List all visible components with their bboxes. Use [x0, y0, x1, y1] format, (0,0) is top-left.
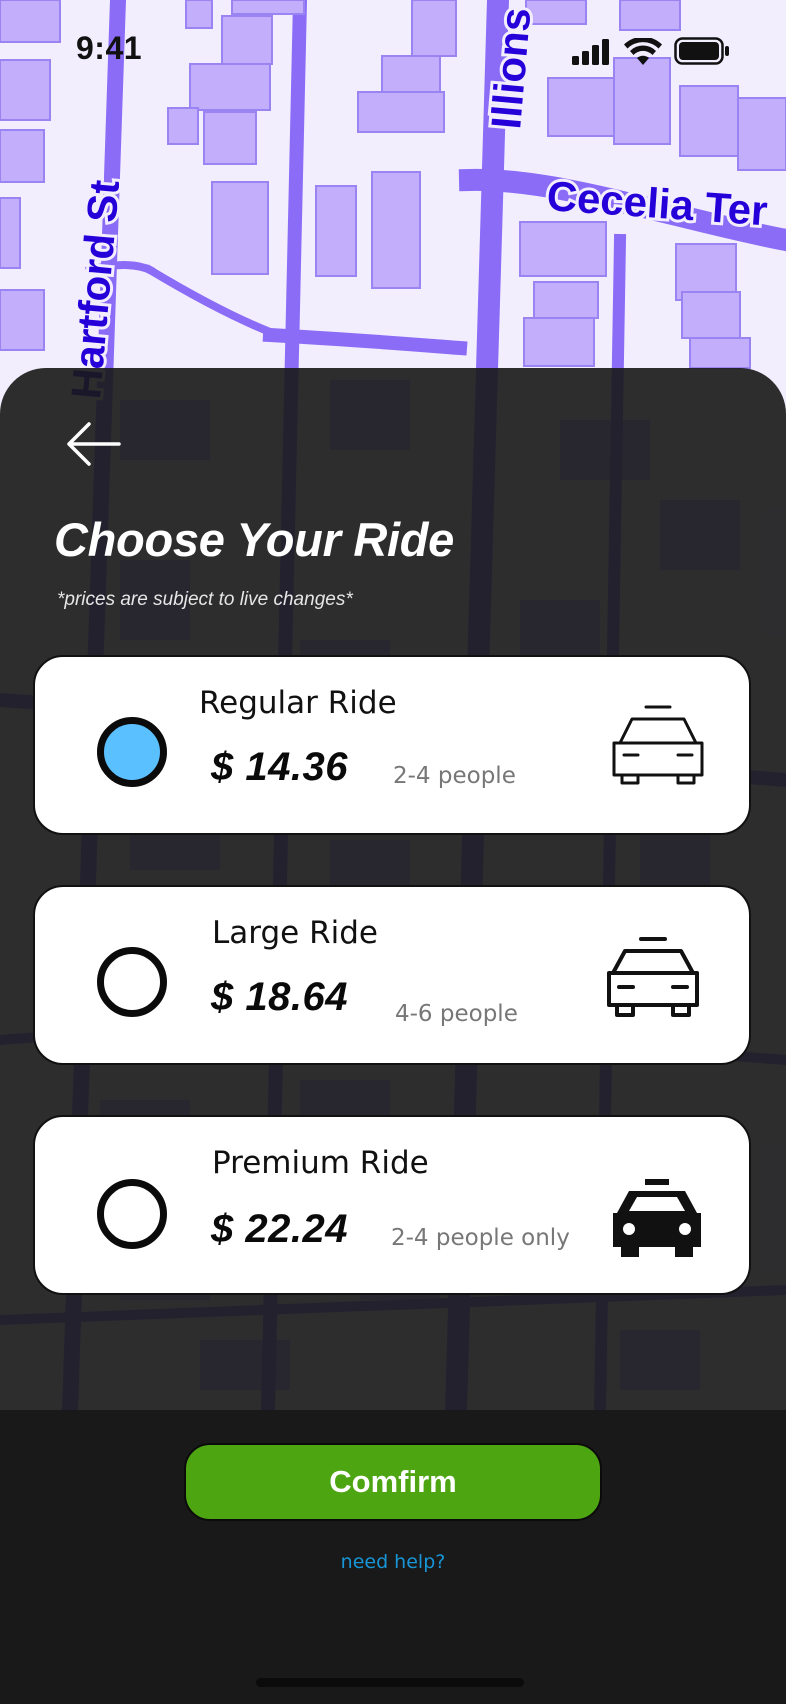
ride-capacity: 2-4 people	[393, 763, 516, 789]
cellular-signal-icon	[572, 39, 609, 65]
car-filled-icon	[613, 1179, 701, 1257]
car-large-outline-icon	[607, 937, 699, 1017]
ride-option-large[interactable]: Large Ride $ 18.64 4-6 people	[33, 885, 751, 1065]
battery-icon	[674, 37, 729, 65]
wifi-icon	[624, 38, 662, 65]
ride-option-regular[interactable]: Regular Ride $ 14.36 2-4 people	[33, 655, 751, 835]
status-bar: 9:41	[0, 0, 786, 100]
confirm-button[interactable]: Comfirm	[184, 1443, 602, 1521]
ride-option-premium[interactable]: Premium Ride $ 22.24 2-4 people only	[33, 1115, 751, 1295]
ride-price: $ 22.24	[211, 1207, 348, 1251]
ride-capacity: 4-6 people	[395, 1001, 518, 1027]
ride-price: $ 14.36	[211, 745, 348, 789]
need-help-link[interactable]: need help?	[0, 1551, 786, 1573]
ride-price: $ 18.64	[211, 975, 348, 1019]
page-title: Choose Your Ride	[54, 513, 454, 566]
ride-name: Premium Ride	[212, 1145, 429, 1181]
car-outline-icon	[612, 705, 704, 785]
price-disclaimer: *prices are subject to live changes*	[57, 589, 353, 610]
arrow-left-icon	[67, 422, 121, 466]
ride-capacity: 2-4 people only	[391, 1225, 570, 1251]
ride-name: Regular Ride	[199, 685, 397, 721]
radio-button[interactable]	[97, 947, 167, 1017]
radio-button-selected[interactable]	[97, 717, 167, 787]
status-time: 9:41	[76, 30, 143, 66]
back-button[interactable]	[62, 416, 124, 472]
radio-button[interactable]	[97, 1179, 167, 1249]
ride-name: Large Ride	[212, 915, 378, 951]
home-indicator	[256, 1678, 524, 1687]
